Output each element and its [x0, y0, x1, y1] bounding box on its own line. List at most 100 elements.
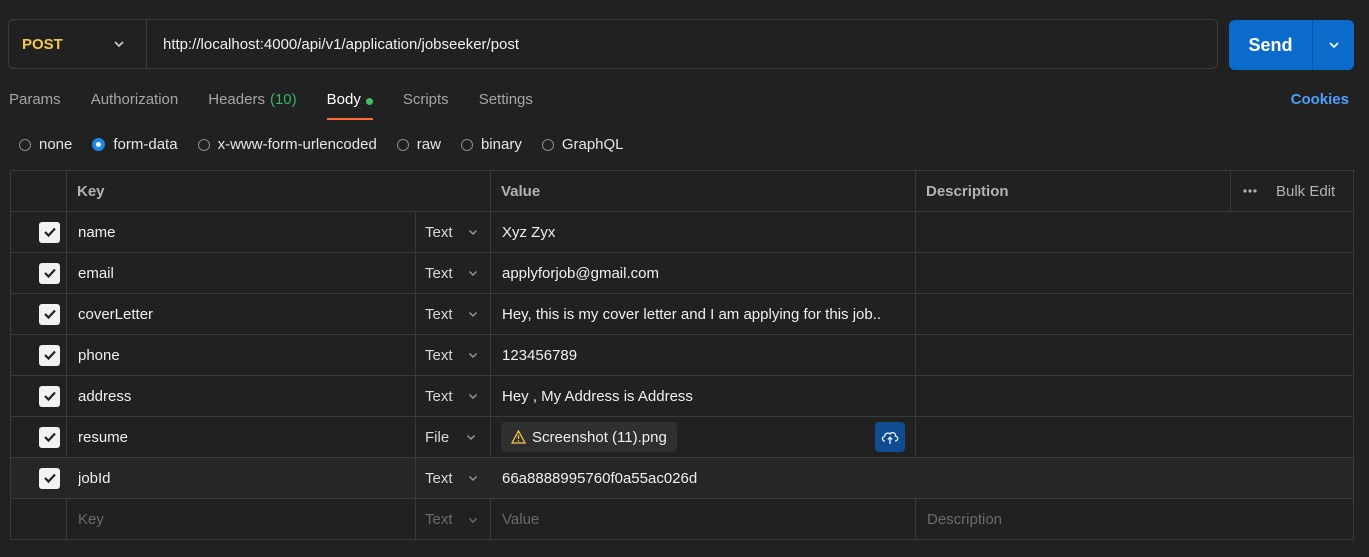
form-data-table: Key Value Description Bulk Edit name Tex… [10, 170, 1354, 540]
row-checkbox[interactable] [39, 294, 60, 334]
radio-button[interactable] [541, 138, 554, 151]
type-select[interactable]: Text [425, 376, 479, 416]
type-select[interactable]: Text [425, 294, 479, 334]
tab-scripts[interactable]: Scripts [403, 88, 449, 120]
check-icon [39, 262, 60, 284]
chevron-down-icon [468, 394, 477, 399]
check-icon [39, 426, 60, 448]
check-icon [39, 344, 60, 366]
key-column-header: Key [77, 182, 105, 200]
chevron-down-icon [114, 41, 124, 48]
body-type-form-data[interactable]: form-data [92, 136, 178, 153]
new-value-input[interactable]: Value [502, 499, 539, 540]
headers-count-badge: (10) [269, 91, 297, 108]
chevron-down-icon [467, 435, 476, 440]
row-checkbox[interactable] [39, 212, 60, 252]
key-cell[interactable]: address [78, 376, 131, 416]
tab-body[interactable]: Body [326, 88, 374, 120]
type-select[interactable]: Text [425, 212, 479, 252]
new-description-input[interactable]: Description [927, 499, 1002, 540]
radio-button[interactable] [197, 138, 210, 151]
type-select[interactable]: Text [425, 335, 479, 375]
column-divider [415, 335, 416, 375]
value-column-header: Value [501, 182, 541, 200]
check-icon [39, 385, 60, 407]
radio-button-selected[interactable] [92, 138, 106, 151]
radio-button[interactable] [396, 138, 409, 151]
warning-icon [511, 430, 526, 444]
cloud-upload-icon [875, 422, 905, 452]
column-divider [415, 417, 416, 457]
url-input[interactable]: http://localhost:4000/api/v1/application… [147, 36, 519, 53]
check-icon [39, 467, 60, 489]
body-type-binary[interactable]: binary [460, 136, 522, 153]
tab-settings[interactable]: Settings [479, 88, 533, 120]
body-active-dot [365, 98, 373, 105]
method-select[interactable]: POST [9, 20, 147, 68]
type-select[interactable]: Text [425, 458, 479, 498]
chevron-down-icon [468, 517, 477, 523]
new-type-select[interactable]: Text [425, 499, 479, 540]
key-cell[interactable]: name [78, 212, 116, 252]
chevron-down-icon [468, 230, 477, 235]
file-chip[interactable]: Screenshot (11).png [501, 422, 677, 452]
radio-button[interactable] [19, 138, 31, 151]
method-label: POST [22, 35, 63, 53]
value-cell[interactable]: Hey , My Address is Address [502, 376, 693, 416]
tab-authorization[interactable]: Authorization [91, 88, 179, 120]
new-key-input[interactable]: Key [78, 499, 104, 540]
send-button[interactable]: Send [1229, 20, 1313, 70]
type-select[interactable]: Text [425, 253, 479, 293]
key-cell[interactable]: phone [78, 335, 120, 375]
url-bar: POST http://localhost:4000/api/v1/applic… [8, 19, 1218, 69]
row-checkbox[interactable] [39, 253, 60, 293]
body-type-urlencoded[interactable]: x-www-form-urlencoded [197, 136, 377, 153]
value-cell[interactable]: Hey, this is my cover letter and I am ap… [502, 294, 912, 334]
value-cell[interactable]: 123456789 [502, 335, 577, 375]
file-value-cell[interactable]: Screenshot (11).png [501, 417, 677, 457]
radio-button[interactable] [460, 138, 473, 151]
value-cell[interactable]: 66a8888995760f0a55ac026d [502, 458, 697, 498]
key-cell[interactable]: coverLetter [78, 294, 153, 334]
row-checkbox[interactable] [39, 335, 60, 375]
new-row: Key Text Value Description [11, 499, 1353, 540]
table-row: resume File Screenshot (11).png [11, 417, 1353, 458]
upload-file-button[interactable] [875, 417, 905, 457]
type-select[interactable]: File [425, 417, 477, 457]
column-divider [1230, 171, 1231, 211]
row-checkbox[interactable] [39, 376, 60, 416]
table-row: phone Text 123456789 [11, 335, 1353, 376]
file-name: Screenshot (11).png [532, 428, 667, 446]
chevron-down-icon [468, 271, 477, 276]
check-icon [39, 221, 60, 243]
row-checkbox[interactable] [39, 458, 60, 498]
value-cell[interactable]: applyforjob@gmail.com [502, 253, 659, 293]
table-row: address Text Hey , My Address is Address [11, 376, 1353, 417]
tab-headers[interactable]: Headers (10) [208, 88, 296, 120]
request-tabs: Params Authorization Headers (10) Body Sc… [9, 88, 563, 120]
column-divider [415, 376, 416, 416]
bulk-edit-link[interactable]: Bulk Edit [1276, 171, 1335, 211]
value-cell[interactable]: Xyz Zyx [502, 212, 555, 252]
chevron-down-icon [468, 476, 477, 481]
more-options-icon[interactable] [1242, 171, 1258, 211]
column-divider [415, 212, 416, 252]
cookies-link[interactable]: Cookies [1291, 91, 1349, 108]
chevron-down-icon [1328, 42, 1339, 49]
key-cell[interactable]: jobId [78, 458, 111, 498]
body-type-selector: none form-data x-www-form-urlencoded raw… [19, 136, 644, 153]
tab-params[interactable]: Params [9, 88, 61, 120]
send-options-button[interactable] [1313, 20, 1354, 70]
check-icon [39, 303, 60, 325]
body-type-raw[interactable]: raw [396, 136, 441, 153]
body-type-none[interactable]: none [19, 136, 72, 153]
column-divider [415, 458, 416, 498]
key-cell[interactable]: email [78, 253, 114, 293]
row-checkbox[interactable] [39, 417, 60, 457]
key-cell[interactable]: resume [78, 417, 128, 457]
table-header: Key Value Description Bulk Edit [11, 171, 1353, 212]
table-row: jobId Text 66a8888995760f0a55ac026d [11, 458, 1353, 499]
column-divider [415, 253, 416, 293]
description-column-header: Description [926, 182, 1009, 200]
body-type-graphql[interactable]: GraphQL [541, 136, 624, 153]
